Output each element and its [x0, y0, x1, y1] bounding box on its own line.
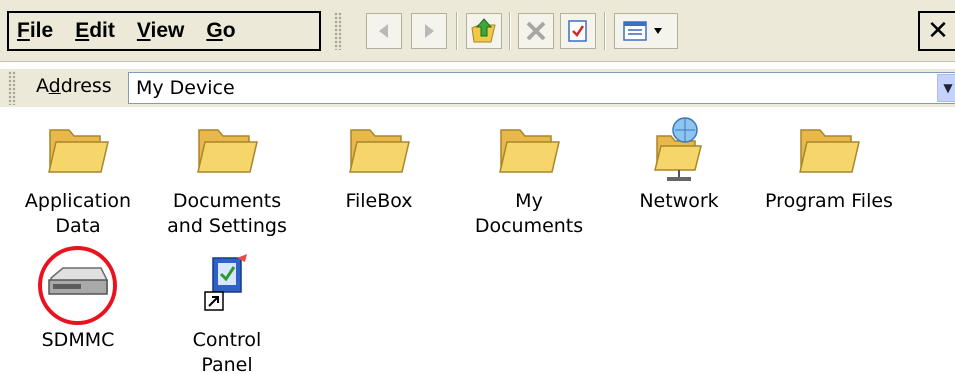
- item-documents-and-settings[interactable]: Documents and Settings: [152, 122, 302, 252]
- close-icon: ✕: [927, 16, 949, 46]
- folder-icon: [197, 129, 258, 173]
- address-dropdown-button[interactable]: ▼: [937, 74, 955, 102]
- item-label: Application Data: [24, 190, 132, 237]
- up-button[interactable]: [466, 13, 502, 49]
- up-folder-icon: [471, 18, 496, 43]
- menu-go[interactable]: Go: [198, 19, 235, 43]
- address-grip[interactable]: [8, 71, 16, 105]
- back-arrow-icon: [379, 24, 388, 38]
- toolbar-separator: [456, 12, 458, 50]
- folder-icon: [349, 129, 410, 173]
- item-label: My Documents: [474, 190, 584, 237]
- address-bar: Address My Device ▼: [0, 69, 955, 107]
- item-label: FileBox: [345, 190, 413, 212]
- menu-view[interactable]: View: [129, 19, 185, 43]
- menu-edit[interactable]: Edit: [67, 19, 115, 43]
- item-filebox[interactable]: FileBox: [304, 122, 454, 252]
- close-button[interactable]: ✕: [918, 11, 955, 51]
- toolbar-separator: [509, 12, 511, 50]
- address-label-part: dress: [60, 75, 112, 97]
- delete-button[interactable]: [518, 13, 554, 49]
- views-menu-button[interactable]: [614, 13, 678, 49]
- folder-icon: [799, 129, 860, 173]
- address-label-part: A: [36, 75, 49, 97]
- item-program-files[interactable]: Program Files: [754, 122, 904, 252]
- folder-icon: [499, 129, 560, 173]
- address-input[interactable]: My Device: [128, 72, 955, 104]
- menu-file[interactable]: File: [9, 19, 53, 43]
- delete-icon: [526, 21, 546, 41]
- toolbar-grip[interactable]: [334, 12, 342, 50]
- item-label: Network: [639, 190, 719, 212]
- forward-button[interactable]: [411, 13, 447, 49]
- forward-arrow-icon: [425, 24, 434, 38]
- item-label: Program Files: [765, 190, 893, 212]
- item-label: Documents and Settings: [167, 190, 287, 237]
- menu-toolbar: File Edit View Go ✕: [0, 0, 955, 62]
- highlight-circle: [38, 246, 117, 325]
- item-network[interactable]: Network: [604, 116, 754, 252]
- address-label: Address: [36, 75, 112, 97]
- back-button[interactable]: [366, 13, 402, 49]
- network-folder-icon: [654, 117, 702, 181]
- item-control-panel[interactable]: Control Panel: [152, 254, 302, 374]
- folder-icon: [48, 129, 109, 173]
- properties-icon: [568, 20, 587, 42]
- item-my-documents[interactable]: My Documents: [454, 122, 604, 252]
- menu-bar: File Edit View Go: [7, 11, 321, 51]
- properties-button[interactable]: [560, 13, 596, 49]
- item-label: Control Panel: [192, 329, 262, 374]
- item-application-data[interactable]: Application Data: [3, 122, 153, 252]
- toolbar-separator: [604, 12, 606, 50]
- item-label: SDMMC: [41, 329, 115, 351]
- views-menu-icon: [623, 21, 662, 41]
- address-label-accel: d: [48, 75, 61, 97]
- control-panel-shortcut-icon: [204, 254, 247, 311]
- chevron-down-icon: ▼: [943, 81, 953, 95]
